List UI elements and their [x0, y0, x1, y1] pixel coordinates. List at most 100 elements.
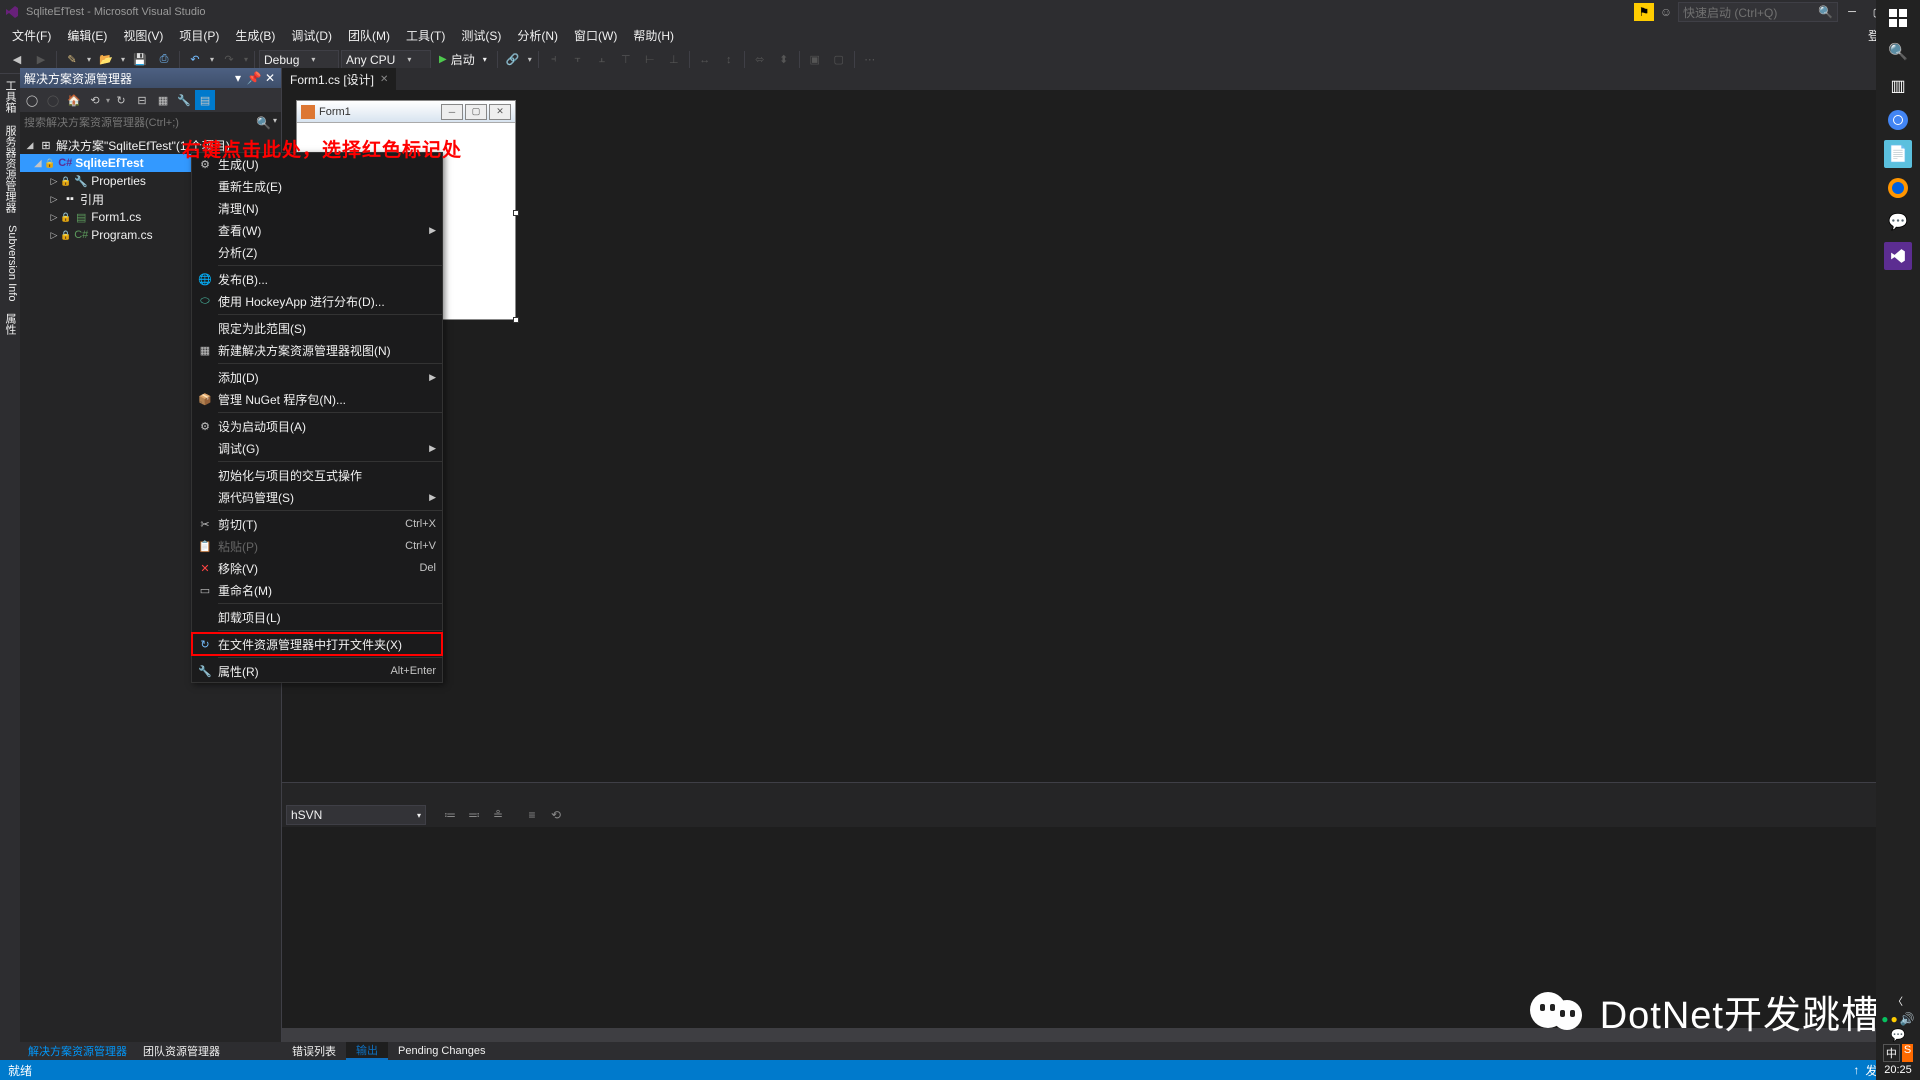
notification-flag-icon[interactable]: ⚑ — [1634, 3, 1654, 21]
ctx-cut[interactable]: ✂剪切(T)Ctrl+X — [192, 513, 442, 535]
publish-up-icon[interactable]: ↑ — [1853, 1063, 1859, 1077]
ctx-publish[interactable]: 🌐发布(B)... — [192, 268, 442, 290]
doc-tab-form1[interactable]: Form1.cs [设计] ✕ — [282, 68, 396, 90]
ctx-remove[interactable]: ✕移除(V)Del — [192, 557, 442, 579]
output-btn2[interactable]: ≕ — [464, 805, 484, 825]
properties-icon[interactable]: 🔧 — [174, 90, 194, 110]
ctx-debug[interactable]: 调试(G)▶ — [192, 437, 442, 459]
ctx-clean[interactable]: 清理(N) — [192, 197, 442, 219]
tray-wechat-icon[interactable]: ● — [1881, 1012, 1888, 1026]
back-icon[interactable]: ◯ — [22, 90, 42, 110]
undo-dropdown[interactable]: ▾ — [208, 55, 216, 64]
output-source-combo[interactable]: hSVN▾ — [286, 805, 426, 825]
server-explorer-tab[interactable]: 服务器资源管理器 — [0, 119, 20, 219]
ctx-open-folder[interactable]: ↻在文件资源管理器中打开文件夹(X) — [192, 633, 442, 655]
firefox-icon[interactable] — [1884, 174, 1912, 202]
output-btn1[interactable]: ≔ — [440, 805, 460, 825]
toolbox-tab[interactable]: 工具箱 — [0, 74, 20, 119]
expand-icon[interactable]: ▷ — [48, 212, 60, 223]
tab-team-explorer[interactable]: 团队资源管理器 — [135, 1042, 228, 1060]
expand-icon[interactable]: ◢ — [32, 158, 44, 169]
ctx-unload[interactable]: 卸载项目(L) — [192, 606, 442, 628]
ctx-hockeyapp[interactable]: ⬭使用 HockeyApp 进行分布(D)... — [192, 290, 442, 312]
menu-team[interactable]: 团队(M) — [340, 24, 398, 47]
subversion-info-tab[interactable]: Subversion Info — [0, 219, 20, 307]
menu-tools[interactable]: 工具(T) — [398, 24, 453, 47]
clear-output-icon[interactable]: ≡ — [522, 805, 542, 825]
refresh-icon[interactable]: ↻ — [111, 90, 131, 110]
home-icon[interactable]: 🏠 — [64, 90, 84, 110]
menu-test[interactable]: 测试(S) — [453, 24, 509, 47]
open-dropdown[interactable]: ▾ — [119, 55, 127, 64]
ctx-rebuild[interactable]: 重新生成(E) — [192, 175, 442, 197]
tab-close-icon[interactable]: ✕ — [380, 74, 388, 85]
panel-close-icon[interactable]: ✕ — [263, 71, 277, 85]
expand-icon[interactable]: ▷ — [48, 176, 60, 187]
search-dropdown-icon[interactable]: ▾ — [273, 116, 277, 130]
forward-icon[interactable]: ◯ — [43, 90, 63, 110]
ctx-view[interactable]: 查看(W)▶ — [192, 219, 442, 241]
ctx-add[interactable]: 添加(D)▶ — [192, 366, 442, 388]
quick-launch-input[interactable]: 快速启动 (Ctrl+Q) 🔍 — [1678, 2, 1838, 22]
menu-help[interactable]: 帮助(H) — [625, 24, 682, 47]
tab-output[interactable]: 输出 — [346, 1042, 388, 1060]
menu-project[interactable]: 项目(P) — [171, 24, 227, 47]
ime-indicator[interactable]: 中 — [1883, 1044, 1900, 1062]
windows-start-icon[interactable] — [1884, 4, 1912, 32]
resize-handle-right[interactable] — [513, 210, 519, 216]
ctx-init-interactive[interactable]: 初始化与项目的交互式操作 — [192, 464, 442, 486]
expand-icon[interactable]: ▷ — [48, 230, 60, 241]
taskbar-search-icon[interactable]: 🔍 — [1884, 38, 1912, 66]
ctx-nuget[interactable]: 📦管理 NuGet 程序包(N)... — [192, 388, 442, 410]
tab-pending-changes[interactable]: Pending Changes — [388, 1042, 495, 1060]
expand-icon[interactable]: ▷ — [48, 194, 60, 205]
tab-error-list[interactable]: 错误列表 — [282, 1042, 346, 1060]
tray-volume-icon[interactable]: 🔊 — [1900, 1012, 1915, 1026]
config-combo[interactable]: Debug▾ — [259, 50, 339, 70]
taskview-icon[interactable]: ▥ — [1884, 72, 1912, 100]
sync-icon[interactable]: ⟲ — [85, 90, 105, 110]
preview-icon[interactable]: ▤ — [195, 90, 215, 110]
wechat-icon[interactable]: 💬 — [1884, 208, 1912, 236]
taskbar-clock[interactable]: 20:25 — [1884, 1064, 1912, 1076]
ctx-rename[interactable]: ▭重命名(M) — [192, 579, 442, 601]
tray-icon[interactable]: ● — [1891, 1012, 1898, 1026]
output-btn3[interactable]: ≗ — [488, 805, 508, 825]
ctx-startup[interactable]: ⚙设为启动项目(A) — [192, 415, 442, 437]
menu-file[interactable]: 文件(F) — [4, 24, 59, 47]
ctx-scope[interactable]: 限定为此范围(S) — [192, 317, 442, 339]
solution-search-input[interactable] — [24, 117, 252, 129]
redo-dropdown[interactable]: ▾ — [242, 55, 250, 64]
menu-view[interactable]: 视图(V) — [115, 24, 171, 47]
collapse-icon[interactable]: ⊟ — [132, 90, 152, 110]
search-icon[interactable]: 🔍 — [256, 116, 271, 130]
panel-dropdown-icon[interactable]: ▾ — [231, 71, 245, 85]
expand-icon[interactable]: ◢ — [24, 140, 36, 151]
feedback-icon[interactable]: ☺ — [1656, 3, 1676, 21]
ctx-analyze[interactable]: 分析(Z) — [192, 241, 442, 263]
menu-edit[interactable]: 编辑(E) — [59, 24, 115, 47]
menu-analyze[interactable]: 分析(N) — [509, 24, 566, 47]
minimize-button[interactable]: ─ — [1840, 2, 1864, 22]
ctx-source-control[interactable]: 源代码管理(S)▶ — [192, 486, 442, 508]
tray-notif-icon[interactable]: 💬 — [1891, 1028, 1906, 1042]
menu-build[interactable]: 生成(B) — [227, 24, 283, 47]
ctx-new-view[interactable]: ▦新建解决方案资源管理器视图(N) — [192, 339, 442, 361]
resize-handle-corner[interactable] — [513, 317, 519, 323]
new-dropdown[interactable]: ▾ — [85, 55, 93, 64]
notepad-icon[interactable]: 📄 — [1884, 140, 1912, 168]
menu-window[interactable]: 窗口(W) — [566, 24, 625, 47]
solution-search[interactable]: 🔍▾ — [20, 112, 281, 134]
show-all-icon[interactable]: ▦ — [153, 90, 173, 110]
chrome-icon[interactable] — [1884, 106, 1912, 134]
sogou-icon[interactable]: S — [1902, 1044, 1913, 1062]
tab-solution-explorer[interactable]: 解决方案资源管理器 — [20, 1042, 135, 1060]
pin-icon[interactable]: 📌 — [247, 71, 261, 85]
toggle-wrap-icon[interactable]: ⟲ — [546, 805, 566, 825]
properties-tab[interactable]: 属性 — [0, 307, 20, 341]
form-designer[interactable]: Form1 ─ ▢ ✕ — [282, 90, 1920, 330]
visual-studio-icon[interactable] — [1884, 242, 1912, 270]
ctx-properties[interactable]: 🔧属性(R)Alt+Enter — [192, 660, 442, 682]
taskbar-expand-icon[interactable]: 〈 — [1893, 993, 1903, 1008]
platform-combo[interactable]: Any CPU▾ — [341, 50, 431, 70]
